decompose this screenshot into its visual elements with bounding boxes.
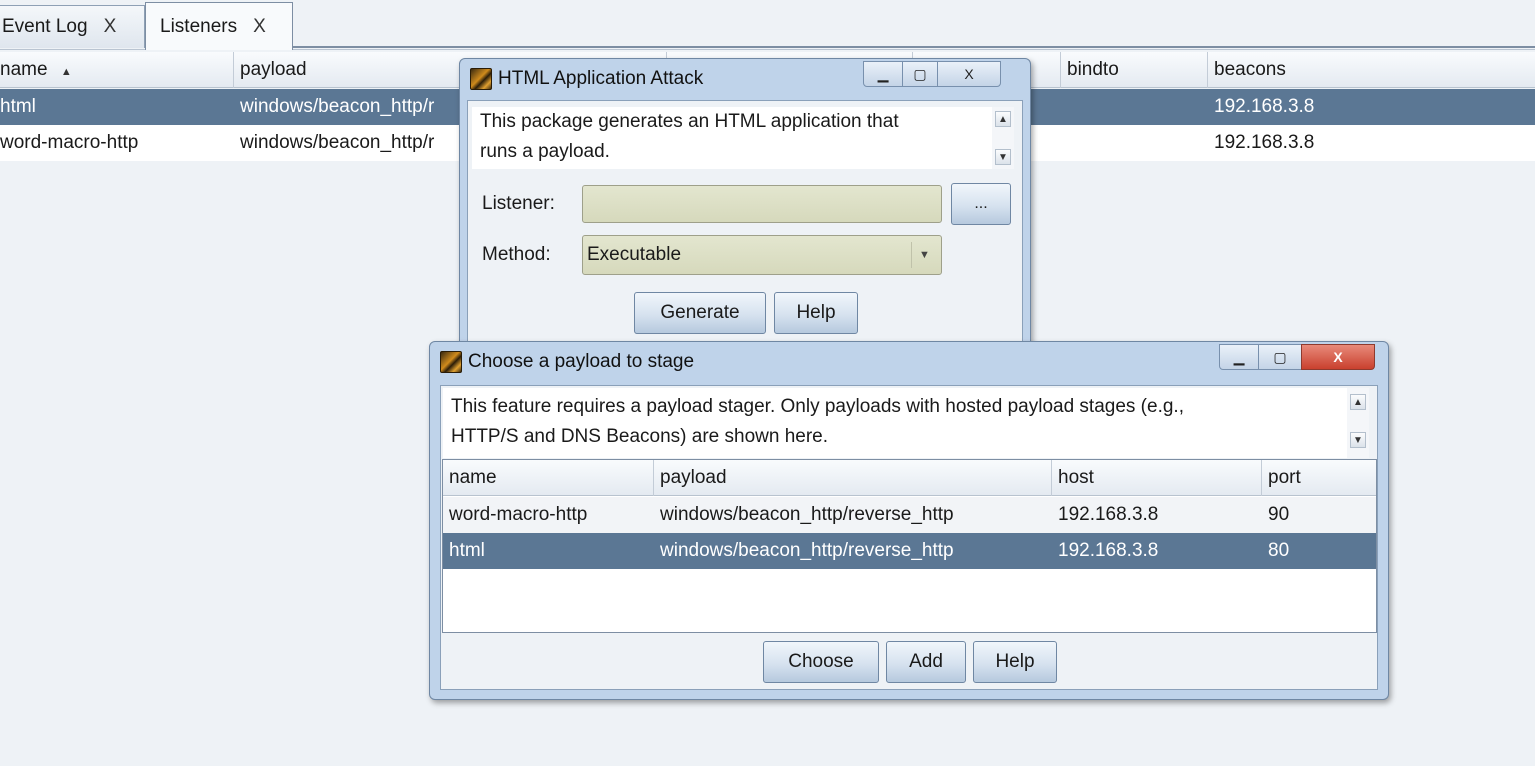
description-text: This feature requires a payload stager. … bbox=[443, 388, 1347, 458]
table-row[interactable]: html windows/beacon_http/reverse_http 19… bbox=[443, 533, 1376, 569]
column-header-host[interactable]: host bbox=[1052, 460, 1262, 496]
cell-name: word-macro-http bbox=[0, 132, 139, 153]
close-icon[interactable]: X bbox=[1301, 344, 1375, 370]
hta-dialog-body: This package generates an HTML applicati… bbox=[467, 100, 1023, 350]
sort-ascending-icon: ▲ bbox=[60, 66, 72, 78]
cell-name: html bbox=[449, 540, 485, 561]
add-button[interactable]: Add bbox=[886, 641, 966, 683]
description-scrollbar[interactable]: ▲ ▼ bbox=[992, 107, 1014, 169]
tab-event-log[interactable]: Event Log X bbox=[0, 5, 145, 48]
table-header: name payload host port bbox=[443, 460, 1376, 496]
generate-button[interactable]: Generate bbox=[634, 292, 766, 334]
maximize-icon[interactable]: ▢ bbox=[902, 61, 938, 87]
window-controls: ▁ ▢ X bbox=[1219, 344, 1375, 370]
help-button[interactable]: Help bbox=[973, 641, 1057, 683]
tab-strip: Event Log X Listeners X bbox=[0, 0, 1535, 52]
cell-payload: windows/beacon_http/reverse_http bbox=[660, 540, 954, 561]
choose-button[interactable]: Choose bbox=[763, 641, 879, 683]
tab-listeners[interactable]: Listeners X bbox=[145, 2, 293, 50]
dialog-title: Choose a payload to stage bbox=[468, 351, 695, 372]
scroll-down-icon[interactable]: ▼ bbox=[1350, 432, 1366, 448]
cell-port: 80 bbox=[1268, 540, 1290, 561]
column-header-port[interactable]: port bbox=[1262, 460, 1376, 496]
cell-beacons: 192.168.3.8 bbox=[1214, 96, 1315, 117]
payload-table: name payload host port word-macro-http w… bbox=[442, 459, 1377, 633]
maximize-icon[interactable]: ▢ bbox=[1258, 344, 1302, 370]
description-text: This package generates an HTML applicati… bbox=[472, 107, 992, 169]
cell-payload: windows/beacon_http/reverse_http bbox=[660, 504, 954, 525]
tab-close-icon[interactable]: X bbox=[253, 16, 266, 38]
cell-host: 192.168.3.8 bbox=[1058, 540, 1159, 561]
column-header-beacons[interactable]: beacons bbox=[1208, 52, 1535, 88]
app-icon bbox=[440, 351, 462, 373]
tab-label: Event Log bbox=[2, 16, 88, 37]
listener-label: Listener: bbox=[482, 193, 555, 214]
minimize-icon[interactable]: ▁ bbox=[1219, 344, 1259, 370]
window-controls: ▁ ▢ X bbox=[863, 61, 1001, 87]
column-header-name[interactable]: name bbox=[443, 460, 654, 496]
cell-port: 90 bbox=[1268, 504, 1290, 525]
column-header-bindto[interactable]: bindto bbox=[1061, 52, 1208, 88]
listener-field[interactable] bbox=[582, 185, 942, 223]
table-row[interactable]: word-macro-http windows/beacon_http/reve… bbox=[443, 497, 1376, 533]
close-icon[interactable]: X bbox=[937, 61, 1001, 87]
tab-close-icon[interactable]: X bbox=[104, 16, 117, 38]
column-header-name[interactable]: name ▲ bbox=[0, 52, 234, 88]
payload-chooser-dialog: Choose a payload to stage ▁ ▢ X This fea… bbox=[429, 341, 1389, 700]
browse-listener-button[interactable]: ... bbox=[951, 183, 1011, 225]
cell-host: 192.168.3.8 bbox=[1058, 504, 1159, 525]
chevron-down-icon[interactable]: ▼ bbox=[911, 242, 937, 268]
hta-dialog: HTML Application Attack ▁ ▢ X This packa… bbox=[459, 58, 1031, 354]
scroll-down-icon[interactable]: ▼ bbox=[995, 149, 1011, 165]
method-select[interactable]: Executable ▼ bbox=[582, 235, 942, 275]
scroll-up-icon[interactable]: ▲ bbox=[1350, 394, 1366, 410]
help-button[interactable]: Help bbox=[774, 292, 858, 334]
dialog-title: HTML Application Attack bbox=[498, 68, 704, 89]
method-value: Executable bbox=[587, 244, 682, 265]
cell-beacons: 192.168.3.8 bbox=[1214, 132, 1315, 153]
chooser-dialog-body: This feature requires a payload stager. … bbox=[440, 385, 1378, 690]
cell-name: html bbox=[0, 96, 36, 117]
column-header-payload[interactable]: payload bbox=[654, 460, 1052, 496]
tab-label: Listeners bbox=[160, 15, 238, 37]
description-scrollbar[interactable]: ▲ ▼ bbox=[1347, 388, 1369, 458]
method-label: Method: bbox=[482, 244, 551, 265]
minimize-icon[interactable]: ▁ bbox=[863, 61, 903, 87]
app-icon bbox=[470, 68, 492, 90]
scroll-up-icon[interactable]: ▲ bbox=[995, 111, 1011, 127]
cell-name: word-macro-http bbox=[449, 504, 588, 525]
